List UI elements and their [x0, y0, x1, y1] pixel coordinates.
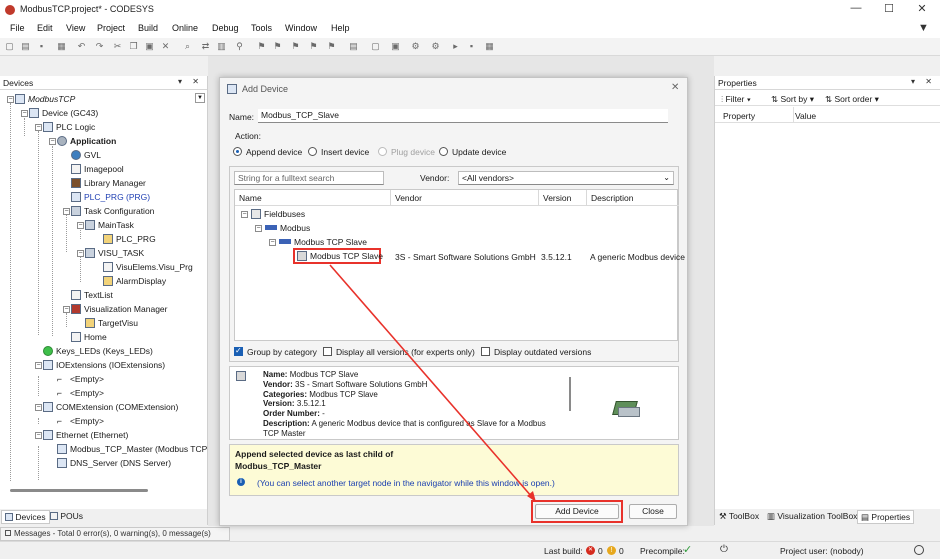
annotation-arrow	[329, 264, 536, 502]
